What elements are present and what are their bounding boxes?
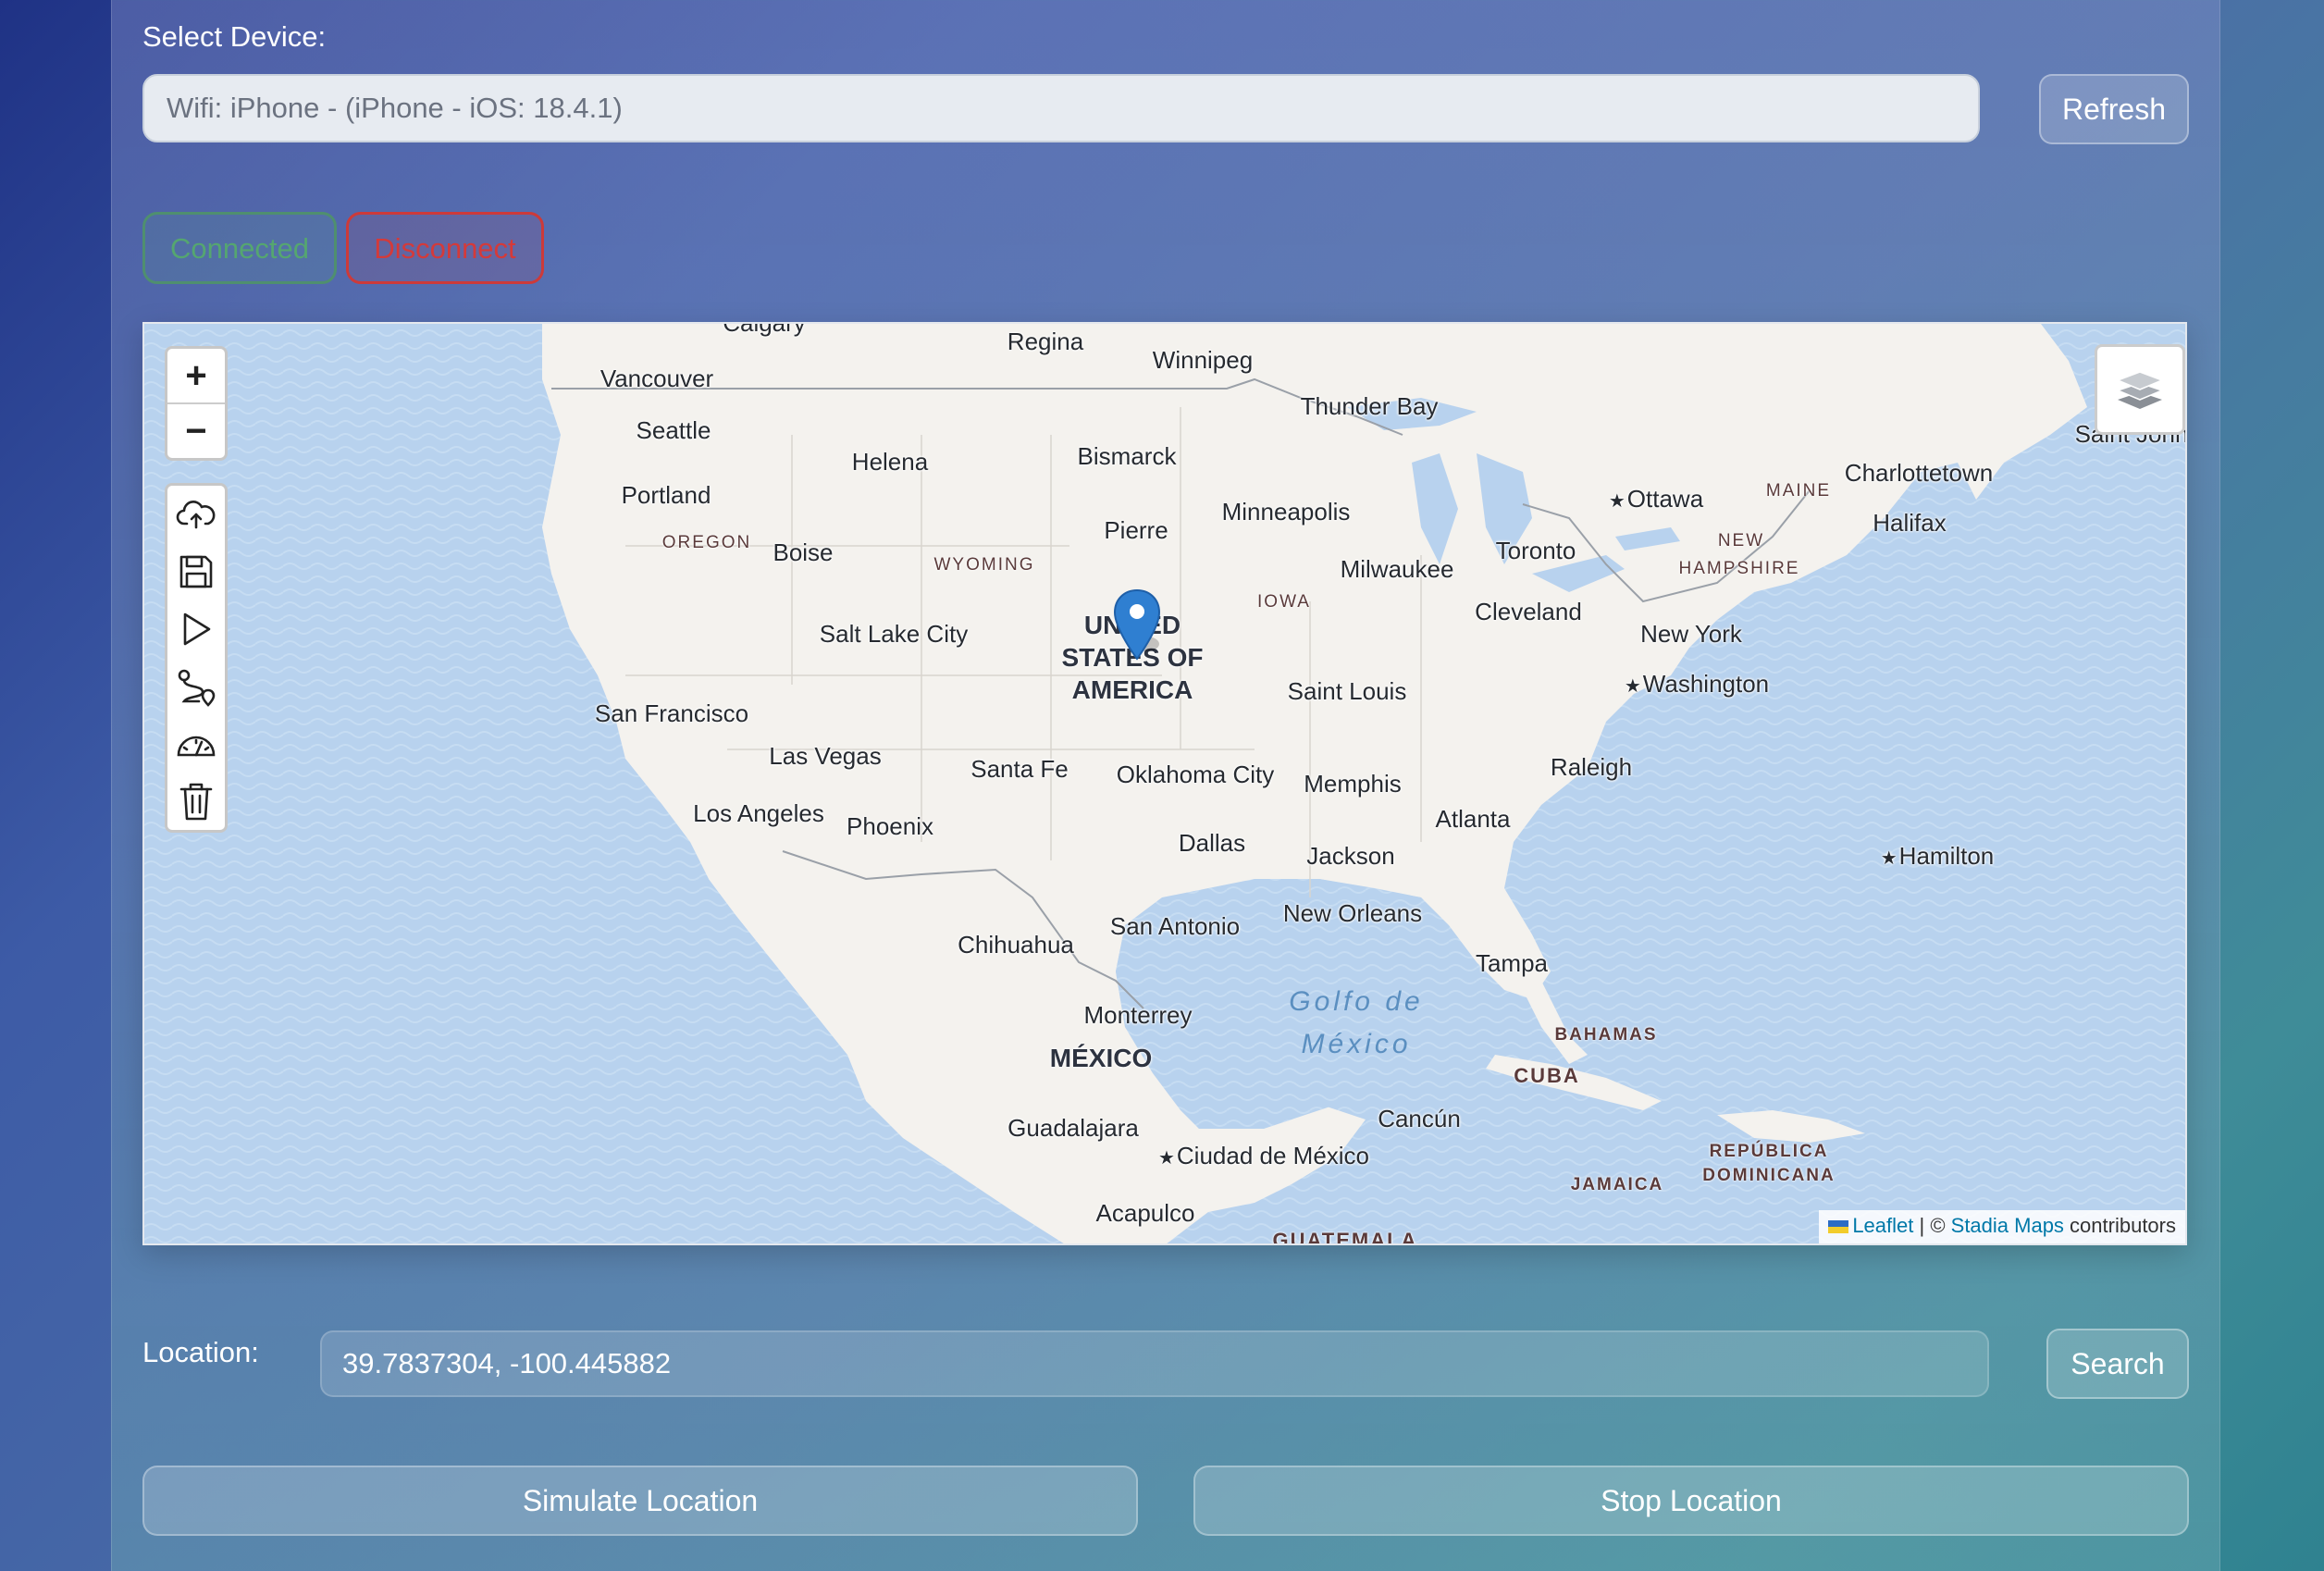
city-santa-fe: Santa Fe: [970, 755, 1069, 783]
city-washington: ★Washington: [1624, 670, 1770, 698]
city-ottawa: ★Ottawa: [1608, 485, 1704, 513]
city-new-york: New York: [1640, 620, 1742, 648]
city-salt-lake-city: Salt Lake City: [819, 620, 969, 648]
city-monterrey: Monterrey: [1083, 1001, 1193, 1029]
capital-star-icon: ★: [1157, 1148, 1175, 1169]
city-san-antonio: San Antonio: [1109, 912, 1241, 940]
disconnect-button[interactable]: Disconnect: [346, 212, 544, 284]
location-marker-icon[interactable]: [1113, 588, 1161, 667]
city-san-francisco: San Francisco: [594, 699, 749, 727]
city-charlottetown: Charlottetown: [1844, 459, 1994, 487]
city-seattle: Seattle: [636, 416, 711, 444]
city-milwaukee: Milwaukee: [1340, 555, 1454, 583]
capital-star-icon: ★: [1624, 676, 1641, 697]
city-saint-louis: Saint Louis: [1287, 677, 1407, 705]
city-halifax: Halifax: [1873, 509, 1947, 537]
city-calgary: Calgary: [723, 322, 806, 337]
label-bahamas: BAHAMAS: [1554, 1025, 1658, 1045]
city-vancouver: Vancouver: [600, 365, 714, 392]
layers-icon[interactable]: [2095, 344, 2185, 435]
state-new-hampshire-2: HAMPSHIRE: [1678, 559, 1800, 578]
map-view[interactable]: Calgary Regina Winnipeg Vancouver Thunde…: [142, 322, 2187, 1245]
label-cuba: CUBA: [1514, 1064, 1580, 1087]
state-new-hampshire: NEW: [1717, 531, 1765, 550]
city-atlanta: Atlanta: [1435, 805, 1511, 833]
location-input[interactable]: 39.7837304, -100.445882: [320, 1330, 1989, 1397]
attribution-separator: | ©: [1913, 1214, 1951, 1237]
state-maine: MAINE: [1765, 481, 1832, 501]
trash-icon[interactable]: [167, 773, 225, 830]
city-hamilton: ★Hamilton: [1880, 842, 1995, 870]
capital-star-icon: ★: [1880, 848, 1898, 869]
country-mexico: MÉXICO: [1049, 1044, 1153, 1072]
zoom-out-button[interactable]: −: [167, 402, 225, 458]
city-acapulco: Acapulco: [1095, 1199, 1195, 1227]
state-wyoming: WYOMING: [933, 555, 1035, 575]
city-pierre: Pierre: [1104, 516, 1168, 544]
city-jackson: Jackson: [1306, 842, 1395, 870]
city-regina: Regina: [1007, 328, 1084, 355]
ukraine-flag-icon: [1828, 1220, 1849, 1234]
city-tampa: Tampa: [1475, 949, 1549, 977]
connected-button[interactable]: Connected: [142, 212, 337, 284]
label-jamaica: JAMAICA: [1570, 1175, 1664, 1194]
search-button[interactable]: Search: [2046, 1329, 2189, 1399]
location-label: Location:: [142, 1336, 259, 1368]
city-new-orleans: New Orleans: [1282, 899, 1423, 927]
refresh-button[interactable]: Refresh: [2039, 74, 2189, 144]
city-raleigh: Raleigh: [1550, 753, 1633, 781]
sea-golfo-de-mexico: Golfo de México: [1289, 986, 1424, 1059]
speedometer-icon[interactable]: [167, 715, 225, 773]
map-toolbar: [165, 483, 228, 833]
city-ciudad-de-mexico: ★Ciudad de México: [1157, 1142, 1370, 1169]
stadia-maps-link[interactable]: Stadia Maps: [1951, 1214, 2064, 1237]
city-thunder-bay: Thunder Bay: [1300, 392, 1439, 420]
cloud-upload-icon[interactable]: [167, 486, 225, 543]
city-minneapolis: Minneapolis: [1221, 498, 1351, 526]
city-bismarck: Bismarck: [1077, 442, 1177, 470]
play-icon[interactable]: [167, 600, 225, 658]
city-los-angeles: Los Angeles: [693, 799, 824, 827]
state-oregon: OREGON: [661, 533, 752, 552]
label-republica: REPÚBLICA: [1709, 1142, 1829, 1161]
city-dallas: Dallas: [1178, 829, 1246, 857]
capital-star-icon: ★: [1608, 491, 1626, 512]
select-device-label: Select Device:: [142, 20, 327, 53]
city-chihuahua: Chihuahua: [958, 931, 1074, 959]
label-guatemala: GUATEMALA: [1272, 1229, 1418, 1245]
attribution-suffix: contributors: [2063, 1214, 2176, 1237]
zoom-control: + −: [165, 346, 228, 461]
zoom-in-button[interactable]: +: [167, 349, 225, 402]
stop-location-button[interactable]: Stop Location: [1193, 1466, 2189, 1536]
state-iowa: IOWA: [1257, 592, 1311, 612]
map-attribution: Leaflet | © Stadia Maps contributors: [1819, 1210, 2185, 1243]
route-icon[interactable]: [167, 658, 225, 715]
save-icon[interactable]: [167, 543, 225, 600]
city-phoenix: Phoenix: [847, 812, 933, 840]
device-select[interactable]: Wifi: iPhone - (iPhone - iOS: 18.4.1): [142, 74, 1980, 142]
simulate-location-button[interactable]: Simulate Location: [142, 1466, 1138, 1536]
city-oklahoma-city: Oklahoma City: [1116, 761, 1275, 788]
city-toronto: Toronto: [1495, 537, 1576, 564]
city-winnipeg: Winnipeg: [1152, 346, 1254, 374]
city-las-vegas: Las Vegas: [769, 742, 882, 770]
city-cleveland: Cleveland: [1475, 598, 1582, 625]
city-memphis: Memphis: [1304, 770, 1402, 798]
leaflet-link[interactable]: Leaflet: [1852, 1214, 1913, 1237]
city-helena: Helena: [851, 448, 929, 476]
label-dominicana: DOMINICANA: [1702, 1166, 1836, 1185]
city-guadalajara: Guadalajara: [1007, 1114, 1139, 1142]
city-portland: Portland: [621, 481, 711, 509]
city-cancun: Cancún: [1378, 1105, 1461, 1132]
city-boise: Boise: [773, 538, 834, 566]
